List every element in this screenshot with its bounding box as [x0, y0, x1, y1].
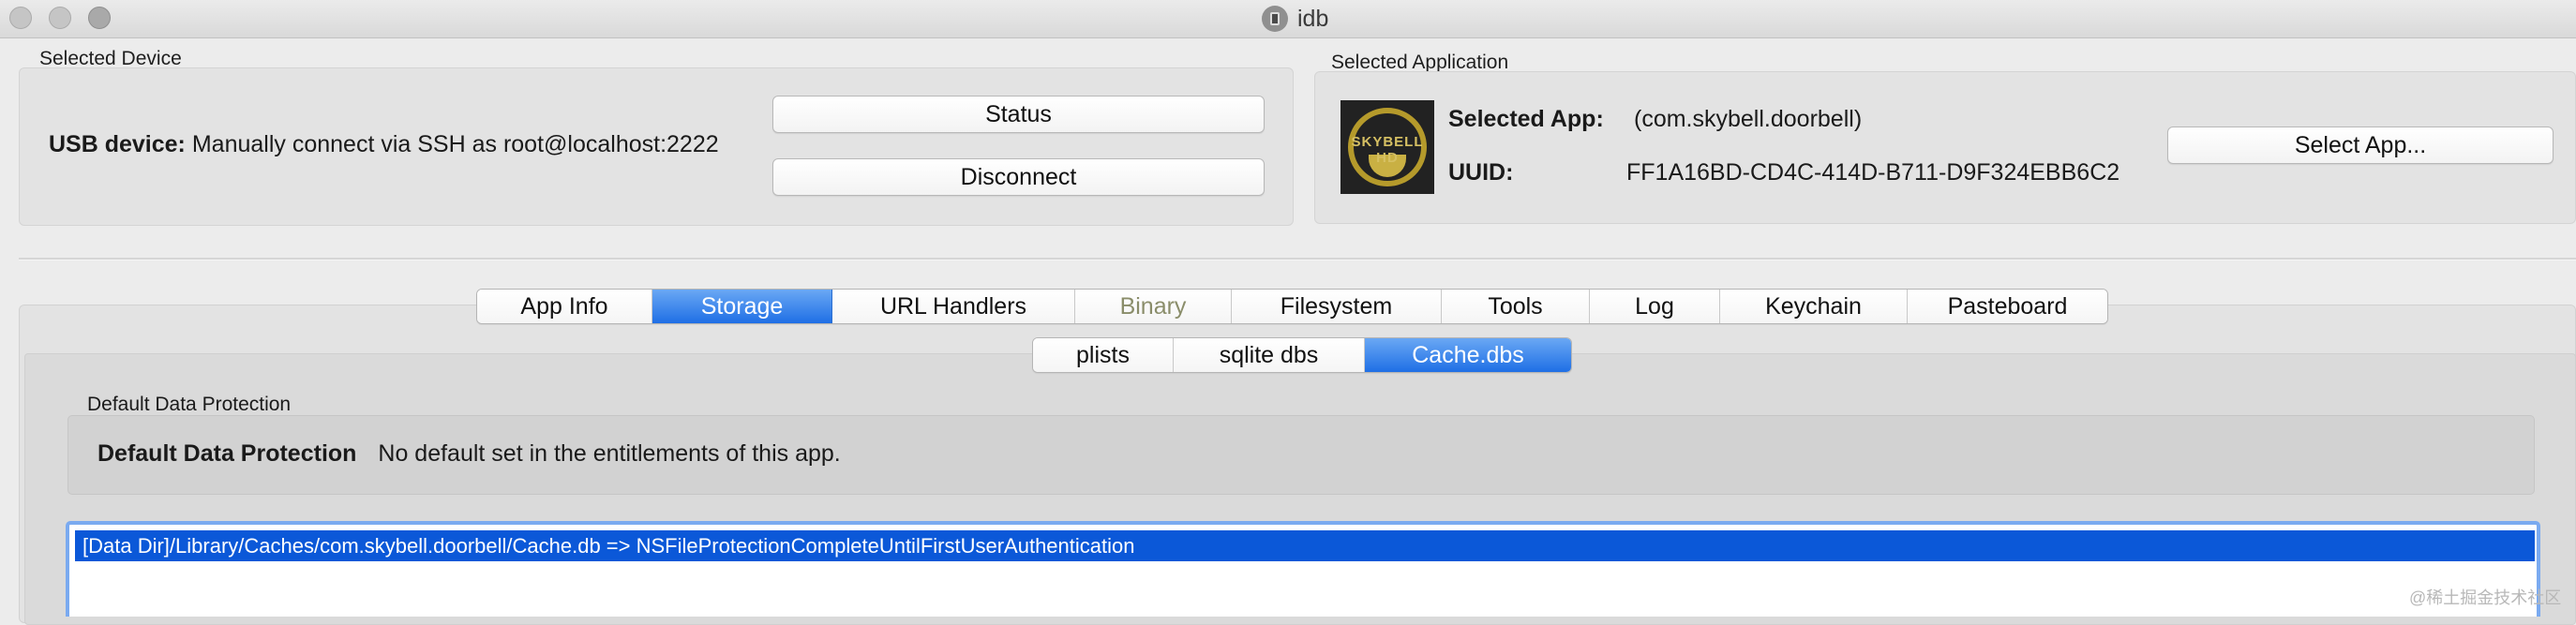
- tab-url-handlers[interactable]: URL Handlers: [832, 290, 1075, 323]
- tab-tools[interactable]: Tools: [1442, 290, 1590, 323]
- close-window-button[interactable]: [9, 7, 32, 29]
- cache-db-list[interactable]: [Data Dir]/Library/Caches/com.skybell.do…: [66, 521, 2540, 617]
- window-title-group: idb: [1262, 4, 1328, 34]
- default-data-protection-label: Default Data Protection: [97, 440, 357, 467]
- uuid-label: UUID:: [1448, 159, 1514, 186]
- title-bar: idb: [0, 0, 2576, 38]
- uuid-value: FF1A16BD-CD4C-414D-B711-D9F324EBB6C2: [1626, 159, 2120, 186]
- usb-device-label: USB device:: [49, 131, 186, 157]
- default-data-protection-value: No default set in the entitlements of th…: [378, 440, 841, 467]
- status-button[interactable]: Status: [772, 96, 1265, 133]
- tab-binary: Binary: [1075, 290, 1232, 323]
- list-item[interactable]: [Data Dir]/Library/Caches/com.skybell.do…: [75, 530, 2535, 561]
- tab-sqlite-dbs[interactable]: sqlite dbs: [1174, 338, 1365, 372]
- main-tab-bar: App Info Storage URL Handlers Binary Fil…: [476, 289, 2108, 324]
- usb-device-text: USB device: Manually connect via SSH as …: [49, 131, 719, 158]
- tab-log[interactable]: Log: [1590, 290, 1720, 323]
- idb-app-icon: [1262, 6, 1288, 32]
- storage-tab-bar: plists sqlite dbs Cache.dbs: [1032, 337, 1572, 373]
- selected-app-value: (com.skybell.doorbell): [1634, 106, 1863, 132]
- tab-storage[interactable]: Storage: [652, 290, 832, 323]
- selected-app-icon: SKYBELL HD: [1340, 100, 1434, 194]
- tab-pasteboard[interactable]: Pasteboard: [1908, 290, 2107, 323]
- default-data-protection-group-label: Default Data Protection: [87, 394, 292, 415]
- disconnect-button[interactable]: Disconnect: [772, 158, 1265, 196]
- default-data-protection-text: Default Data Protection No default set i…: [97, 440, 841, 468]
- tab-plists[interactable]: plists: [1033, 338, 1174, 372]
- section-separator: [19, 258, 2576, 260]
- window-title: idb: [1297, 5, 1329, 32]
- watermark-text: @稀土掘金技术社区: [2409, 588, 2562, 607]
- select-app-button[interactable]: Select App...: [2167, 126, 2554, 164]
- selected-app-label: Selected App:: [1448, 106, 1604, 132]
- minimize-window-button[interactable]: [49, 7, 71, 29]
- zoom-window-button[interactable]: [88, 7, 111, 29]
- tab-app-info[interactable]: App Info: [477, 290, 652, 323]
- usb-device-value: Manually connect via SSH as root@localho…: [191, 131, 719, 157]
- app-icon-logo-text: SKYBELL HD: [1351, 134, 1424, 166]
- tab-keychain[interactable]: Keychain: [1720, 290, 1908, 323]
- tab-filesystem[interactable]: Filesystem: [1232, 290, 1442, 323]
- tab-cache-dbs[interactable]: Cache.dbs: [1365, 338, 1571, 372]
